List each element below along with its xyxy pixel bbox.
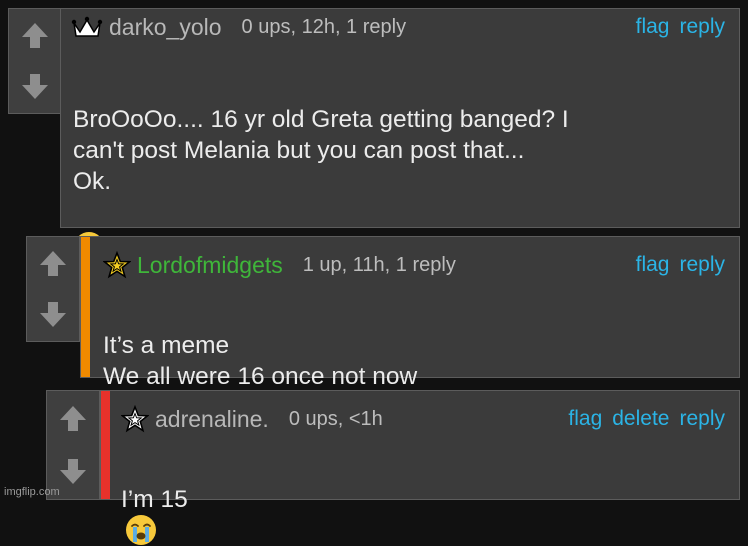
down-arrow-icon — [22, 74, 48, 99]
watermark: imgflip.com — [4, 486, 60, 498]
up-arrow-icon — [60, 406, 86, 431]
vote-column — [8, 8, 62, 114]
comment-body: darko_yolo 0 ups, 12h, 1 reply flag repl… — [60, 8, 740, 262]
up-arrow-icon — [40, 251, 66, 276]
comment-username[interactable]: Lordofmidgets — [137, 252, 283, 279]
thread-bar — [81, 237, 90, 377]
crown-icon — [71, 16, 103, 37]
downvote-button[interactable] — [27, 289, 79, 341]
reply-link[interactable]: reply — [679, 15, 725, 39]
downvote-button[interactable] — [9, 61, 61, 113]
vote-column — [46, 390, 100, 500]
upvote-button[interactable] — [9, 9, 61, 62]
delete-link[interactable]: delete — [612, 407, 669, 431]
comment-username[interactable]: adrenaline. — [155, 406, 269, 433]
comment-text-content: It’s a meme We all were 16 once not now — [103, 332, 418, 390]
upvote-button[interactable] — [47, 391, 99, 446]
reply-link[interactable]: reply — [679, 407, 725, 431]
comment-header: darko_yolo 0 ups, 12h, 1 reply — [71, 9, 406, 45]
comment-text-content: BroOoOo.... 16 yr old Greta getting bang… — [73, 106, 569, 195]
flag-link[interactable]: flag — [636, 253, 670, 277]
comment-actions: flag delete reply — [558, 401, 725, 437]
up-arrow-icon — [22, 23, 48, 48]
down-arrow-icon — [40, 302, 66, 327]
comment-actions: flag reply — [626, 9, 725, 45]
star-outline-icon — [121, 405, 149, 433]
comment-actions: flag reply — [626, 247, 725, 283]
comment-username[interactable]: darko_yolo — [109, 14, 222, 41]
flag-link[interactable]: flag — [568, 407, 602, 431]
comment-header: Lordofmidgets 1 up, 11h, 1 reply — [103, 247, 456, 283]
comment-meta: 0 ups, <1h — [288, 407, 383, 430]
comment-meta: 0 ups, 12h, 1 reply — [241, 15, 407, 38]
gold-star-icon — [103, 251, 131, 279]
comment-2: Lordofmidgets 1 up, 11h, 1 reply flag re… — [26, 236, 740, 390]
comment-text: It’s a meme We all were 16 once not now — [103, 299, 723, 392]
thread-bar — [101, 391, 110, 499]
comment-body: Lordofmidgets 1 up, 11h, 1 reply flag re… — [80, 236, 740, 390]
comment-3: adrenaline. 0 ups, <1h flag delete reply… — [46, 390, 740, 545]
upvote-button[interactable] — [27, 237, 79, 290]
reply-link[interactable]: reply — [679, 253, 725, 277]
down-arrow-icon — [60, 459, 86, 484]
comment-meta: 1 up, 11h, 1 reply — [302, 253, 456, 276]
flag-link[interactable]: flag — [636, 15, 670, 39]
comment-1: darko_yolo 0 ups, 12h, 1 reply flag repl… — [8, 8, 740, 262]
crying-emoji-icon — [126, 514, 156, 545]
comment-header: adrenaline. 0 ups, <1h — [121, 401, 383, 437]
vote-column — [26, 236, 80, 342]
comment-body: adrenaline. 0 ups, <1h flag delete reply… — [100, 390, 740, 545]
